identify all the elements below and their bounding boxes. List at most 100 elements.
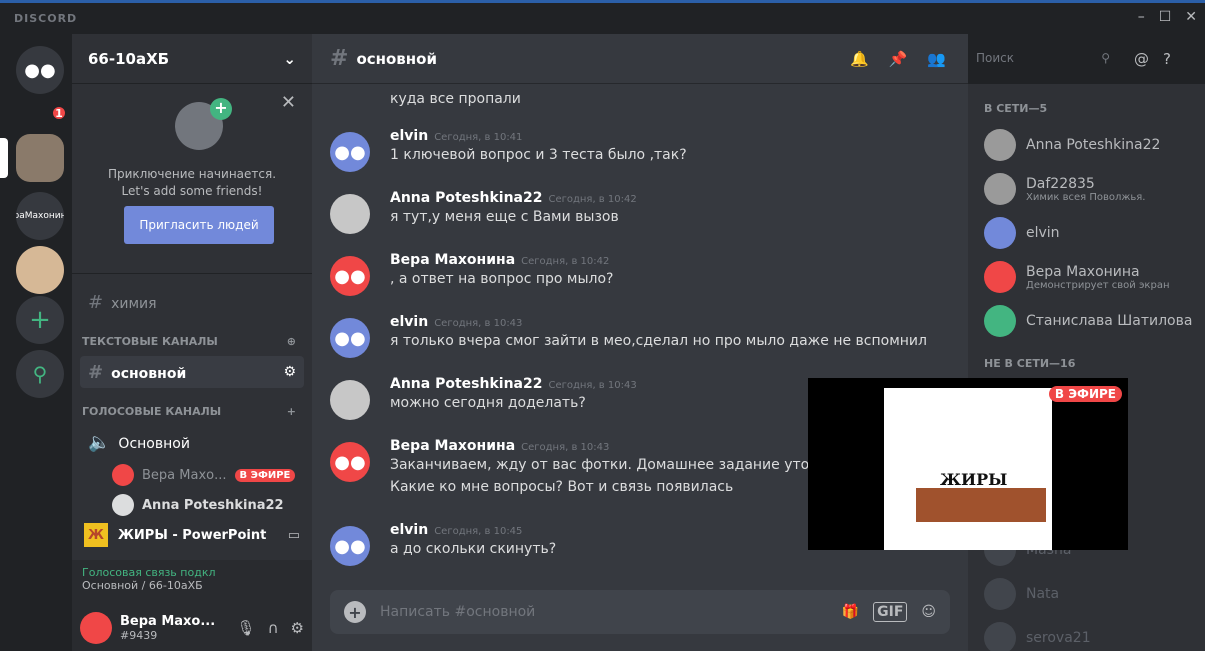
voice-category[interactable]: ГОЛОСОВЫЕ КАНАЛЫ +: [72, 398, 312, 424]
guild-header[interactable]: 66-10аХБ ⌄: [72, 34, 312, 84]
author-name[interactable]: elvin: [390, 314, 428, 330]
titlebar: DISCORD – ☐ ✕: [0, 0, 1205, 34]
selected-server-pill: [0, 138, 8, 178]
add-server-button[interactable]: +: [16, 296, 64, 344]
offline-header: НЕ В СЕТИ—16: [984, 357, 1076, 370]
minimize-icon[interactable]: –: [1138, 9, 1145, 25]
invite-line2: Let's add some friends!: [121, 184, 263, 198]
maximize-icon[interactable]: ☐: [1159, 9, 1172, 25]
server-icon-avatar[interactable]: [16, 246, 64, 294]
window-controls: – ☐ ✕: [1138, 9, 1197, 25]
text-category[interactable]: ТЕКСТОВЫЕ КАНАЛЫ ⊕: [72, 328, 312, 354]
gif-button[interactable]: GIF: [873, 602, 908, 622]
channel-himiya[interactable]: # химия: [80, 286, 304, 318]
channel-label: химия: [111, 295, 157, 312]
slide-image: [916, 488, 1046, 522]
voice-status: Голосовая связь подкл Основной / 66-10аХ…: [72, 560, 312, 604]
channel-label: основной: [111, 365, 187, 382]
message: Anna Poteshkina22 Сегодня, в 10:42 я тут,…: [330, 190, 950, 234]
search-placeholder: Поиск: [976, 51, 1015, 65]
message: куда все пропали: [330, 88, 950, 110]
voice-user[interactable]: Вера Махо... В ЭФИРЕ: [72, 460, 312, 490]
author-name[interactable]: Anna Poteshkina22: [390, 190, 542, 206]
avatar[interactable]: ●●: [330, 256, 370, 296]
member[interactable]: Nata: [984, 572, 1195, 616]
avatar: [984, 305, 1016, 337]
plus-icon: +: [210, 98, 232, 120]
upload-plus-icon[interactable]: +: [344, 601, 366, 623]
add-channel-icon[interactable]: ⊕: [287, 335, 296, 348]
category-label: ГОЛОСОВЫЕ КАНАЛЫ: [82, 404, 222, 418]
voice-channel-osnovnoy[interactable]: 🔈 Основной: [80, 426, 304, 458]
avatar[interactable]: [330, 194, 370, 234]
hash-icon: #: [88, 291, 104, 313]
voice-status-text: Голосовая связь подкл: [82, 566, 216, 579]
close-icon[interactable]: ✕: [1185, 9, 1197, 25]
user-name: Вера Махо...: [120, 613, 216, 629]
bell-icon[interactable]: 🔔: [850, 50, 869, 68]
headphones-icon[interactable]: ∩: [268, 619, 279, 637]
avatar[interactable]: ●●: [330, 526, 370, 566]
member-name: Nata: [1026, 586, 1060, 602]
members-icon[interactable]: 👥: [927, 50, 946, 68]
member[interactable]: Станислава Шатилова: [984, 299, 1195, 343]
stop-share-icon[interactable]: ▭: [288, 528, 300, 543]
member[interactable]: elvin: [984, 211, 1195, 255]
message-text: 1 ключевой вопрос и 3 теста было ,так?: [390, 147, 687, 163]
avatar: [984, 173, 1016, 205]
avatar[interactable]: ●●: [330, 442, 370, 482]
avatar[interactable]: [330, 380, 370, 420]
explore-servers-button[interactable]: ⚲: [16, 350, 64, 398]
add-channel-icon[interactable]: +: [287, 405, 296, 418]
pin-icon[interactable]: 📌: [889, 50, 908, 68]
message-text: я только вчера смог зайти в мео,сделал н…: [390, 333, 927, 349]
avatar: [984, 129, 1016, 161]
mention-badge: 1: [50, 104, 68, 122]
server-icon-text[interactable]: раМахонин: [16, 192, 64, 240]
discord-logo-icon: ●●: [24, 59, 56, 81]
hash-icon: #: [88, 361, 104, 383]
member[interactable]: Anna Poteshkina22: [984, 123, 1195, 167]
message-composer: + Написать #основной 🎁 GIF ☺: [330, 590, 950, 634]
avatar[interactable]: ●●: [330, 132, 370, 172]
author-name[interactable]: Вера Махонина: [390, 438, 515, 454]
search-input[interactable]: Поиск ⚲: [968, 47, 1118, 71]
microphone-icon[interactable]: 🎙: [237, 619, 256, 637]
message-text: куда все пропали: [390, 91, 521, 107]
timestamp: Сегодня, в 10:43: [434, 318, 523, 329]
avatar[interactable]: [80, 611, 112, 644]
live-badge: В ЭФИРЕ: [1048, 386, 1122, 402]
close-icon[interactable]: ✕: [281, 92, 296, 113]
screenshare-row[interactable]: Ж ЖИРЫ - PowerPoint ▭: [72, 518, 312, 552]
avatar: [112, 464, 134, 486]
channel-osnovnoy[interactable]: # основной ⚙: [80, 356, 304, 388]
help-icon[interactable]: ?: [1163, 50, 1171, 68]
member-name: elvin: [1026, 225, 1060, 241]
author-name[interactable]: elvin: [390, 522, 428, 538]
stream-popout[interactable]: ЖИРЫ В ЭФИРЕ: [808, 378, 1128, 550]
gift-icon[interactable]: 🎁: [842, 604, 859, 620]
powerpoint-icon: Ж: [84, 523, 108, 547]
timestamp: Сегодня, в 10:43: [521, 442, 610, 453]
message-input[interactable]: Написать #основной: [380, 604, 828, 620]
category-label: ТЕКСТОВЫЕ КАНАЛЫ: [82, 334, 218, 348]
stream-slide: ЖИРЫ: [884, 388, 1052, 550]
author-name[interactable]: Anna Poteshkina22: [390, 376, 542, 392]
avatar[interactable]: ●●: [330, 318, 370, 358]
server-icon-photo[interactable]: [16, 134, 64, 182]
emoji-icon[interactable]: ☺: [921, 604, 936, 620]
channel-settings-icon[interactable]: ⚙: [283, 364, 296, 380]
mention-icon[interactable]: @: [1134, 50, 1149, 68]
chevron-down-icon: ⌄: [283, 49, 296, 68]
member[interactable]: Вера Махонина Демонстрирует свой экран: [984, 255, 1195, 299]
avatar: [984, 217, 1016, 249]
member[interactable]: serova21: [984, 616, 1195, 651]
settings-gear-icon[interactable]: ⚙: [291, 619, 304, 637]
member[interactable]: Daf22835 Химик всея Поволжья.: [984, 167, 1195, 211]
author-name[interactable]: Вера Махонина: [390, 252, 515, 268]
discord-window: DISCORD – ☐ ✕ ●● 1 раМахонин + ⚲ 66-10аХ…: [0, 0, 1205, 651]
home-button[interactable]: ●●: [16, 46, 64, 94]
voice-user[interactable]: Anna Poteshkina22: [72, 490, 312, 520]
invite-button[interactable]: Пригласить людей: [124, 206, 274, 244]
author-name[interactable]: elvin: [390, 128, 428, 144]
